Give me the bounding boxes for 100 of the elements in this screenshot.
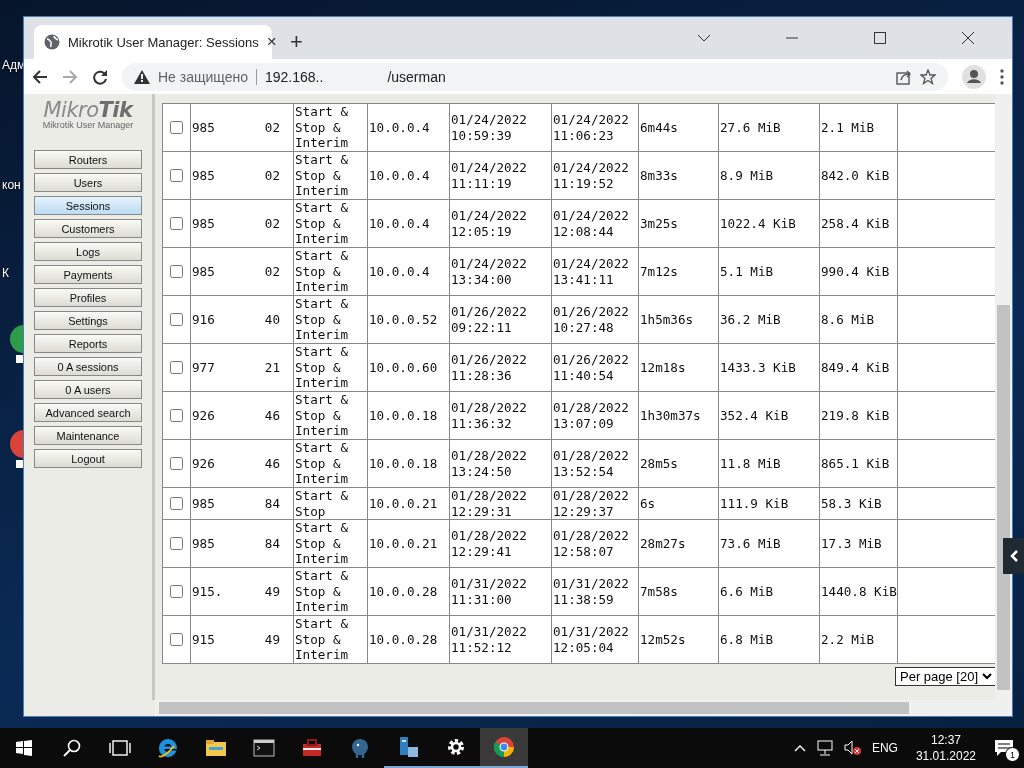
nav-button[interactable]: Settings: [34, 311, 142, 330]
start-time-cell: 01/28/2022 13:24:50: [449, 439, 552, 488]
security-label: Не защищено: [158, 68, 248, 85]
ip-cell: 10.0.0.4: [367, 151, 450, 200]
nav-button[interactable]: Maintenance: [34, 426, 142, 445]
end-time-cell: 01/28/2022 12:58:07: [551, 519, 639, 568]
desktop-icon-label: кон: [2, 178, 21, 192]
upload-cell: 11.8 MiB: [718, 439, 820, 488]
ip-cell: 10.0.0.21: [367, 519, 450, 568]
ip-cell: 10.0.0.18: [367, 391, 450, 440]
ip-cell: 10.0.0.60: [367, 343, 450, 392]
start-time-cell: 01/24/2022 12:05:19: [449, 199, 552, 248]
end-time-cell: 01/24/2022 11:19:52: [551, 151, 639, 200]
nav-button[interactable]: Sessions: [34, 196, 142, 215]
user-id-text: 02: [264, 215, 280, 232]
nav-button[interactable]: Logout: [34, 449, 142, 468]
upload-cell: 27.6 MiB: [718, 103, 820, 152]
desktop-icon-label: Адм: [2, 58, 26, 72]
user-id-text: 985: [192, 535, 215, 552]
duration-cell: 6m44s: [638, 103, 719, 152]
end-time-cell: 01/31/2022 12:05:04: [551, 615, 639, 664]
start-time-cell: 01/26/2022 11:28:36: [449, 343, 552, 392]
nav-button[interactable]: Logs: [34, 242, 142, 261]
start-time-cell: 01/24/2022 10:59:39: [449, 103, 552, 152]
nav-button[interactable]: Reports: [34, 334, 142, 353]
end-time-cell: 01/28/2022 13:52:54: [551, 439, 639, 488]
per-page-select[interactable]: Per page [20]: [895, 667, 996, 687]
download-cell: 17.3 MiB: [819, 519, 898, 568]
duration-cell: 7m12s: [638, 247, 719, 296]
user-id-text: 21: [264, 359, 280, 376]
session-type-cell: Start & Stop & Interim: [293, 151, 368, 200]
language-indicator[interactable]: ENG: [871, 741, 898, 755]
duration-cell: 28m27s: [638, 519, 719, 568]
download-cell: 990.4 KiB: [819, 247, 898, 296]
start-time-cell: 01/24/2022 11:11:19: [449, 151, 552, 200]
user-id-text: 46: [264, 455, 280, 472]
start-time-cell: 01/28/2022 11:36:32: [449, 391, 552, 440]
user-id-text: 49: [264, 631, 280, 648]
url-text: 192.168..: [265, 68, 324, 85]
download-cell: 8.6 MiB: [819, 295, 898, 344]
end-time-cell: 01/28/2022 12:29:37: [551, 487, 639, 520]
download-cell: 219.8 KiB: [819, 391, 898, 440]
nav-button[interactable]: Payments: [34, 265, 142, 284]
user-id-text: 926: [192, 455, 215, 472]
session-type-cell: Start & Stop & Interim: [293, 343, 368, 392]
nav-button[interactable]: Customers: [34, 219, 142, 238]
user-id-text: 915.: [192, 583, 223, 600]
user-id-text: 916: [192, 311, 215, 328]
session-type-cell: Start & Stop & Interim: [293, 439, 368, 488]
duration-cell: 12m18s: [638, 343, 719, 392]
upload-cell: 352.4 KiB: [718, 391, 820, 440]
desktop-icon-label: К: [2, 266, 9, 280]
upload-cell: 5.1 MiB: [718, 247, 820, 296]
end-time-cell: 01/24/2022 12:08:44: [551, 199, 639, 248]
nav-button[interactable]: Users: [34, 173, 142, 192]
user-id-text: 02: [264, 167, 280, 184]
duration-cell: 12m52s: [638, 615, 719, 664]
download-cell: 842.0 KiB: [819, 151, 898, 200]
download-cell: 865.1 KiB: [819, 439, 898, 488]
user-id-text: 977: [192, 359, 215, 376]
download-cell: 58.3 KiB: [819, 487, 898, 520]
nav-button[interactable]: Routers: [34, 150, 142, 169]
start-time-cell: 01/24/2022 13:34:00: [449, 247, 552, 296]
duration-cell: 3m25s: [638, 199, 719, 248]
ip-cell: 10.0.0.52: [367, 295, 450, 344]
duration-cell: 28m5s: [638, 439, 719, 488]
download-cell: 1440.8 KiB: [819, 567, 898, 616]
user-id-text: 985: [192, 495, 215, 512]
user-id-text: 915: [192, 631, 215, 648]
duration-cell: 1h30m37s: [638, 391, 719, 440]
ip-cell: 10.0.0.4: [367, 247, 450, 296]
start-time-cell: 01/26/2022 09:22:11: [449, 295, 552, 344]
end-time-cell: 01/24/2022 11:06:23: [551, 103, 639, 152]
upload-cell: 36.2 MiB: [718, 295, 820, 344]
upload-cell: 6.8 MiB: [718, 615, 820, 664]
ip-cell: 10.0.0.4: [367, 199, 450, 248]
nav-button[interactable]: 0 A users: [34, 380, 142, 399]
session-type-cell: Start & Stop & Interim: [293, 391, 368, 440]
nav-button[interactable]: 0 A sessions: [34, 357, 142, 376]
upload-cell: 1433.3 KiB: [718, 343, 820, 392]
user-id-text: 84: [264, 535, 280, 552]
user-id-text: 926: [192, 407, 215, 424]
user-id-text: 02: [264, 119, 280, 136]
nav-button[interactable]: Profiles: [34, 288, 142, 307]
ip-cell: 10.0.0.28: [367, 567, 450, 616]
user-id-text: 985: [192, 119, 215, 136]
new-tab-button[interactable]: +: [290, 29, 303, 55]
end-time-cell: 01/31/2022 11:38:59: [551, 567, 639, 616]
nav-button[interactable]: Advanced search: [34, 403, 142, 422]
session-type-cell: Start & Stop & Interim: [293, 295, 368, 344]
session-type-cell: Start & Stop & Interim: [293, 199, 368, 248]
download-cell: 2.2 MiB: [819, 615, 898, 664]
end-time-cell: 01/26/2022 10:27:48: [551, 295, 639, 344]
clock[interactable]: 12:37 31.01.2022: [915, 732, 976, 764]
logo: MikroTik: [43, 100, 133, 120]
start-time-cell: 01/28/2022 12:29:31: [449, 487, 552, 520]
upload-cell: 6.6 MiB: [718, 567, 820, 616]
ip-cell: 10.0.0.28: [367, 615, 450, 664]
user-id-text: 49: [264, 583, 280, 600]
address-bar[interactable]: Не защищено 192.168.. /userman: [122, 62, 948, 91]
